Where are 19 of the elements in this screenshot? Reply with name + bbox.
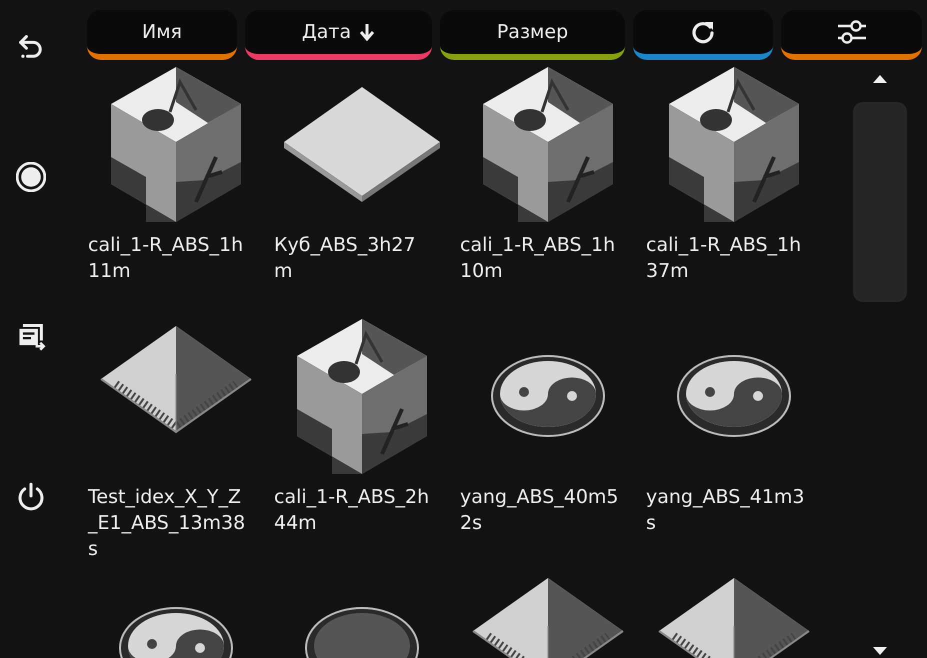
file-name[interactable]: cali_1-R_ABS_1h10m [460, 232, 620, 284]
power-icon[interactable] [16, 482, 46, 512]
scroll-down-arrow-icon[interactable] [872, 646, 888, 656]
file-name[interactable]: Куб_ABS_3h27m [274, 232, 434, 284]
sort-button[interactable]: Размер [440, 10, 625, 60]
file-name[interactable]: cali_1-R_ABS_1h11m [88, 232, 248, 284]
file-name[interactable]: cali_1-R_ABS_2h44m [274, 484, 434, 536]
file-name[interactable]: Test_idex_X_Y_Z_E1_ABS_13m38s [88, 484, 248, 562]
down-arrow-icon [359, 23, 376, 41]
filter-button[interactable] [781, 10, 922, 60]
file-name[interactable]: cali_1-R_ABS_1h37m [646, 232, 806, 284]
sliders-icon [836, 18, 868, 46]
file-name[interactable]: yang_ABS_40m52s [460, 484, 620, 536]
file-name[interactable]: yang_ABS_41m3s [646, 484, 806, 536]
sort-button[interactable]: Дата [245, 10, 432, 60]
sort-button[interactable]: Имя [87, 10, 237, 60]
refresh-icon [690, 19, 716, 45]
scroll-up-arrow-icon[interactable] [872, 74, 888, 84]
refresh-button[interactable] [633, 10, 773, 60]
